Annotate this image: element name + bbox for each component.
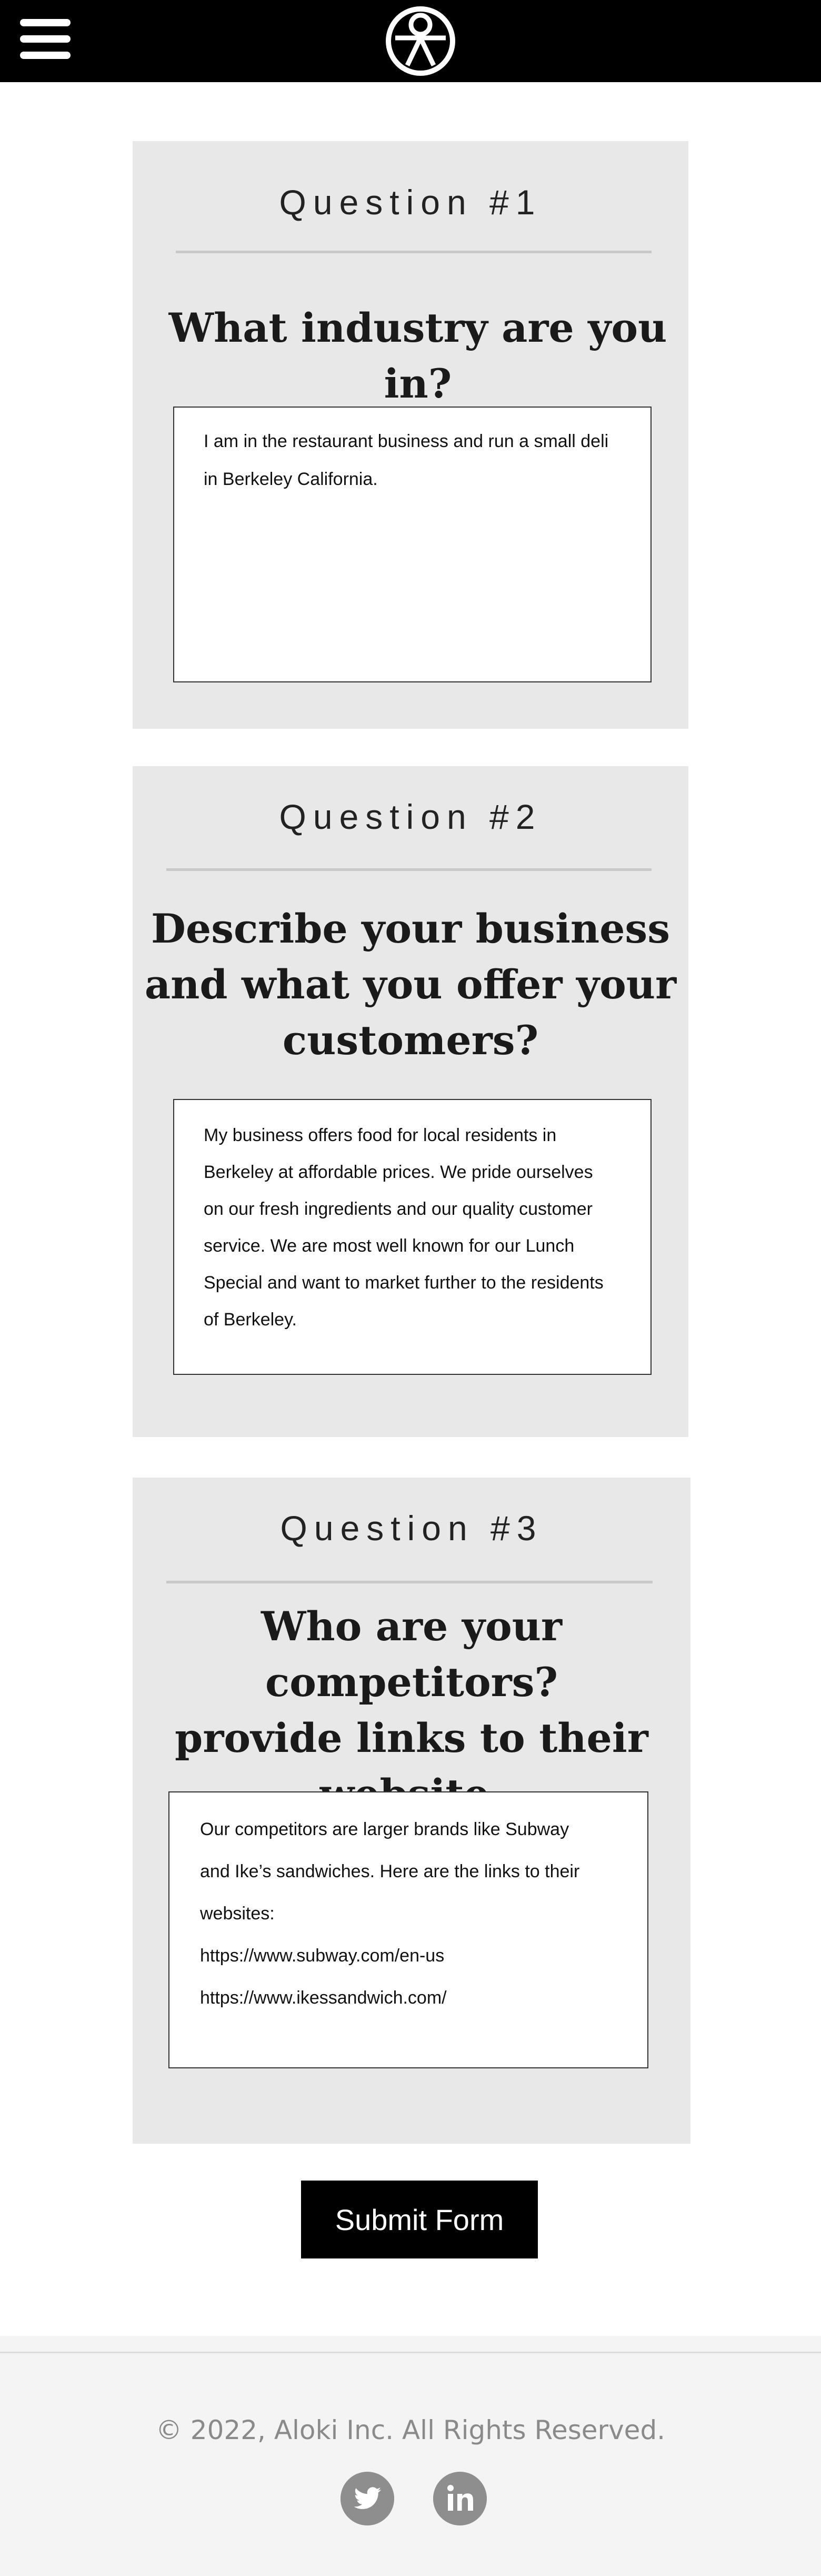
answer-line: and Ike’s sandwiches. Here are the links… xyxy=(200,1861,580,1881)
divider xyxy=(166,1581,653,1583)
question-title-line: What industry are you in? xyxy=(168,304,667,407)
answer-line: https://www.subway.com/en-us xyxy=(200,1946,445,1966)
question-title-line: Who are your competitors? xyxy=(261,1603,562,1706)
answer-text: I am in the restaurant business and run … xyxy=(204,422,608,498)
question-title: Describe your business and what you offe… xyxy=(133,901,688,1068)
question-card-2: Question #2 Describe your business and w… xyxy=(133,766,688,1437)
question-card-3: Question #3 Who are your competitors? pr… xyxy=(133,1478,690,2144)
answer-textarea[interactable]: My business offers food for local reside… xyxy=(173,1099,652,1375)
answer-text: Our competitors are larger brands like S… xyxy=(200,1808,579,2019)
answer-text: My business offers food for local reside… xyxy=(204,1117,604,1338)
answer-line: service. We are most well known for our … xyxy=(204,1236,575,1256)
answer-line: I am in the restaurant business and run … xyxy=(204,431,609,451)
site-header xyxy=(0,0,821,82)
question-number: Question #3 xyxy=(280,1509,543,1548)
answer-line: My business offers food for local reside… xyxy=(204,1125,557,1145)
answer-line: Berkeley at affordable prices. We pride … xyxy=(204,1162,593,1182)
question-title-line: provide links to their xyxy=(175,1715,648,1761)
divider xyxy=(176,251,652,253)
question-card-1: Question #1 What industry are you in? I … xyxy=(133,141,688,729)
answer-line: Our competitors are larger brands like S… xyxy=(200,1819,569,1839)
answer-textarea[interactable]: I am in the restaurant business and run … xyxy=(173,407,652,682)
divider xyxy=(166,868,652,871)
question-title: What industry are you in? xyxy=(133,300,688,412)
submit-form-button[interactable]: Submit Form xyxy=(301,2181,538,2258)
question-number: Question #1 xyxy=(279,183,542,222)
site-footer: © 2022, Aloki Inc. All Rights Reserved. xyxy=(0,2336,821,2576)
answer-line: Special and want to market further to th… xyxy=(204,1273,604,1293)
question-title: Who are your competitors? provide links … xyxy=(133,1599,690,1822)
question-title-line: Describe your business xyxy=(151,905,670,952)
answer-line: on our fresh ingredients and our quality… xyxy=(204,1199,593,1219)
answer-line: in Berkeley California. xyxy=(204,469,378,489)
twitter-icon[interactable] xyxy=(341,2472,394,2525)
question-title-line: and what you offer your xyxy=(144,961,677,1008)
aloki-logo-icon[interactable] xyxy=(385,5,456,77)
answer-line: websites: xyxy=(200,1904,275,1924)
question-number: Question #2 xyxy=(279,797,542,836)
answer-line: of Berkeley. xyxy=(204,1310,297,1330)
answer-textarea[interactable]: Our competitors are larger brands like S… xyxy=(168,1791,648,2068)
answer-line: https://www.ikessandwich.com/ xyxy=(200,1988,447,2008)
footer-divider xyxy=(0,2352,821,2353)
question-title-line: customers? xyxy=(282,1017,539,1064)
hamburger-menu-icon[interactable] xyxy=(20,19,71,59)
copyright-text: © 2022, Aloki Inc. All Rights Reserved. xyxy=(155,2415,666,2445)
linkedin-icon[interactable] xyxy=(433,2472,487,2525)
